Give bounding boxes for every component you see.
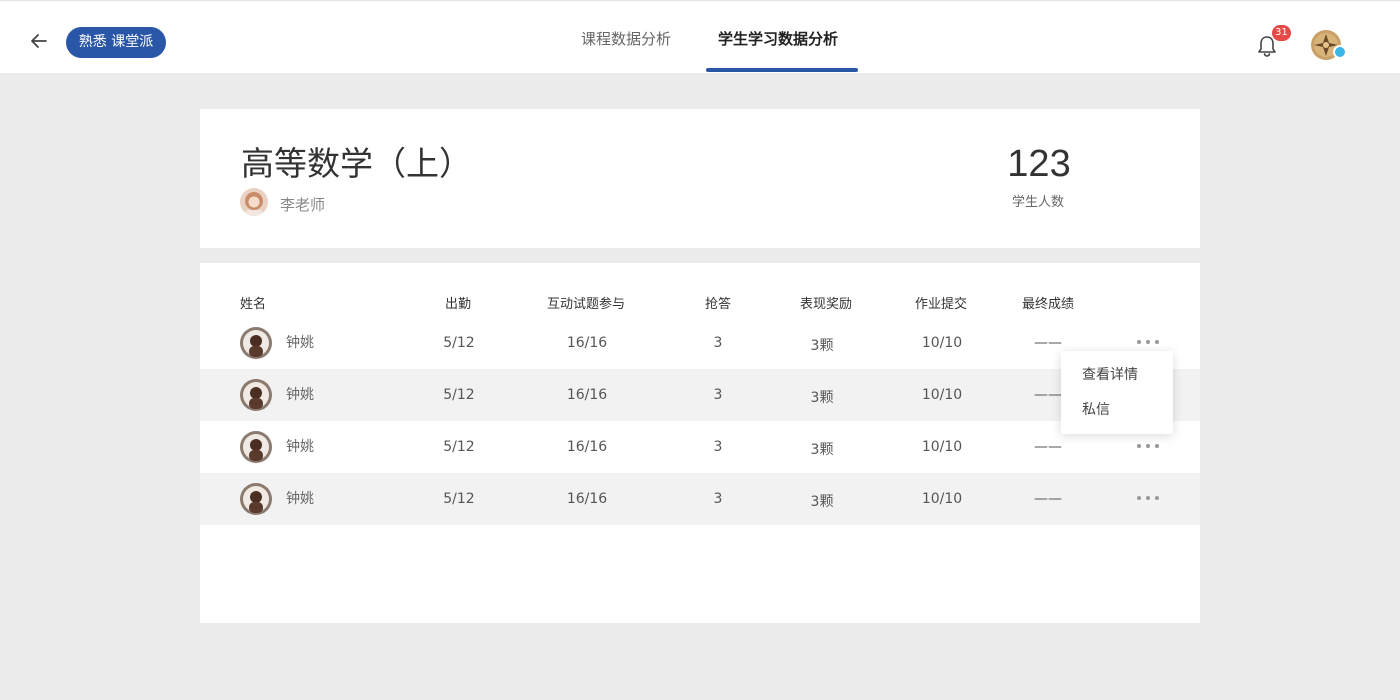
student-avatar: [240, 431, 272, 463]
homework-value: 10/10: [921, 335, 963, 351]
interaction-value: 16/16: [566, 439, 608, 455]
attendance-value: 5/12: [443, 491, 475, 507]
interaction-value: 16/16: [566, 387, 608, 403]
menu-item-view-details[interactable]: 查看详情: [1082, 364, 1138, 384]
student-name: 钟姚: [286, 335, 314, 351]
student-avatar: [240, 483, 272, 515]
attendance-value: 5/12: [443, 387, 475, 403]
grade-value: ——: [1034, 439, 1062, 455]
active-tab-indicator: [706, 68, 858, 72]
back-arrow-icon[interactable]: [28, 30, 50, 52]
column-header-homework: 作业提交: [915, 297, 968, 312]
answers-value: 3: [713, 335, 723, 351]
student-name: 钟姚: [286, 387, 314, 403]
attendance-value: 5/12: [443, 439, 475, 455]
notification-badge: 31: [1272, 25, 1291, 41]
more-dots-icon[interactable]: [1135, 494, 1161, 502]
teacher-avatar: [240, 188, 268, 216]
column-header-interaction: 互动试题参与: [547, 297, 626, 312]
rewards-value: 3颗: [810, 338, 834, 354]
homework-value: 10/10: [921, 439, 963, 455]
student-count: 123: [1007, 143, 1071, 185]
more-dots-icon[interactable]: [1135, 338, 1161, 346]
more-dots-icon[interactable]: [1135, 442, 1161, 450]
rewards-value: 3颗: [810, 442, 834, 458]
table-row[interactable]: 钟姚 5/12 16/16 3 3颗 10/10 ——: [200, 369, 1200, 421]
menu-item-private-message[interactable]: 私信: [1082, 399, 1110, 419]
course-title: 高等数学（上）: [241, 144, 472, 183]
table-row[interactable]: 钟姚 5/12 16/16 3 3颗 10/10 ——: [200, 473, 1200, 525]
rewards-value: 3颗: [810, 494, 834, 510]
top-navigation-bar: 熟悉 课堂派 课程数据分析 学生学习数据分析 31: [0, 0, 1400, 73]
homework-value: 10/10: [921, 387, 963, 403]
interaction-value: 16/16: [566, 491, 608, 507]
grade-value: ——: [1034, 491, 1062, 507]
student-avatar: [240, 379, 272, 411]
homework-value: 10/10: [921, 491, 963, 507]
student-name: 钟姚: [286, 439, 314, 455]
column-header-rewards: 表现奖励: [800, 297, 853, 312]
answers-value: 3: [713, 387, 723, 403]
rewards-value: 3颗: [810, 390, 834, 406]
row-action-menu: 查看详情 私信: [1061, 351, 1173, 434]
student-avatar: [240, 327, 272, 359]
column-header-name: 姓名: [240, 297, 267, 312]
answers-value: 3: [713, 439, 723, 455]
teacher-name: 李老师: [280, 196, 326, 214]
student-table: 姓名 出勤 互动试题参与 抢答 表现奖励 作业提交 最终成绩 钟姚 5/12 1…: [200, 263, 1200, 623]
table-row[interactable]: 钟姚 5/12 16/16 3 3颗 10/10 ——: [200, 317, 1200, 369]
interaction-value: 16/16: [566, 335, 608, 351]
column-header-final-grade: 最终成绩: [1022, 297, 1075, 312]
column-header-attendance: 出勤: [445, 297, 472, 312]
tab-course-analytics[interactable]: 课程数据分析: [581, 28, 671, 49]
answers-value: 3: [713, 491, 723, 507]
tab-student-analytics[interactable]: 学生学习数据分析: [718, 28, 838, 49]
attendance-value: 5/12: [443, 335, 475, 351]
column-header-quick-answer: 抢答: [705, 297, 732, 312]
brand-logo[interactable]: 熟悉 课堂派: [66, 27, 166, 58]
verified-icon: [1333, 45, 1347, 59]
grade-value: ——: [1034, 335, 1062, 351]
student-name: 钟姚: [286, 491, 314, 507]
table-row[interactable]: 钟姚 5/12 16/16 3 3颗 10/10 ——: [200, 421, 1200, 473]
course-info-card: 高等数学（上） 李老师 123 学生人数: [200, 109, 1200, 248]
student-count-label: 学生人数: [1011, 195, 1064, 210]
